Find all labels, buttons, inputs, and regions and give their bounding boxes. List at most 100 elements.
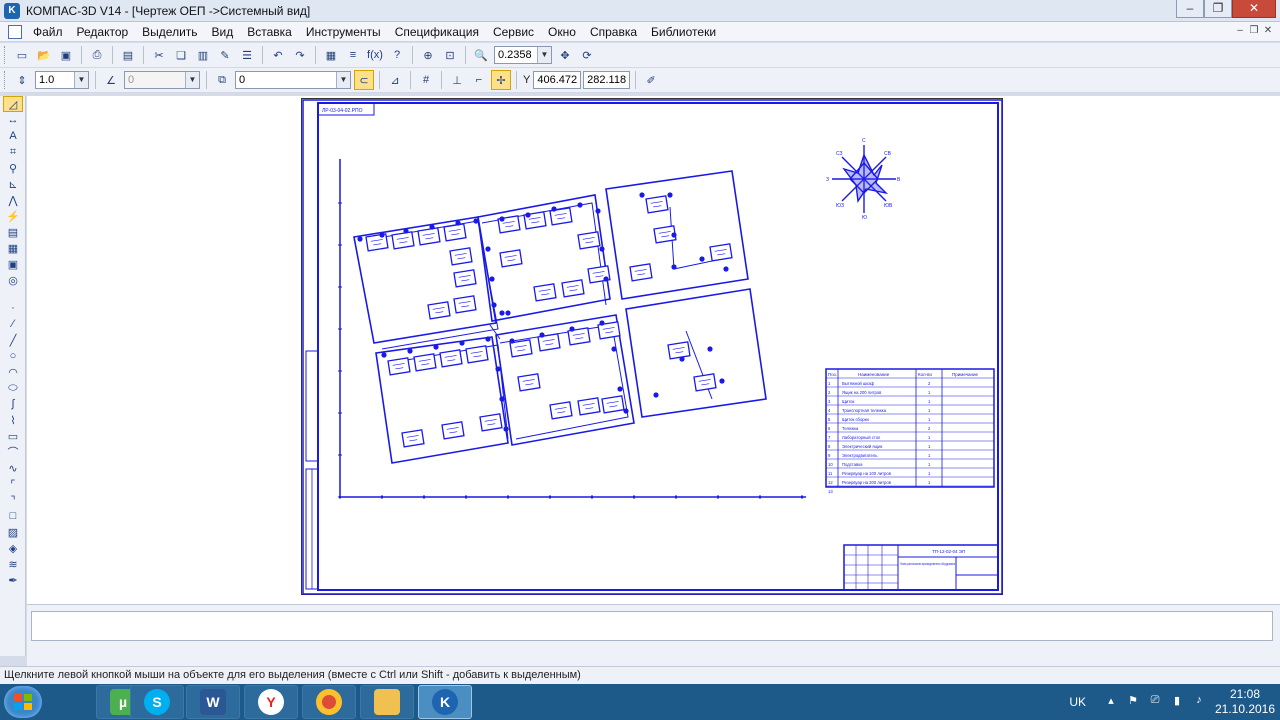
menu-view[interactable]: Вид <box>205 22 241 42</box>
minimize-button[interactable]: – <box>1176 0 1204 18</box>
stamp-icon[interactable]: ✒ <box>3 572 23 588</box>
taskbar-skype[interactable]: S <box>130 685 184 719</box>
reports-icon[interactable]: ▤ <box>3 224 23 240</box>
menu-service[interactable]: Сервис <box>486 22 541 42</box>
format-painter-icon[interactable]: ✎ <box>215 45 235 65</box>
start-button[interactable] <box>4 686 42 718</box>
equidistant-icon[interactable]: ≋ <box>3 556 23 572</box>
taskbar-word[interactable]: W <box>186 685 240 719</box>
chevron-down-icon[interactable]: ▼ <box>537 47 551 63</box>
command-field[interactable] <box>31 611 1273 641</box>
network-icon[interactable]: ▮ <box>1169 694 1185 710</box>
zoom-in-icon[interactable]: 🔍 <box>471 45 491 65</box>
view-icon[interactable]: ▣ <box>3 256 23 272</box>
toolbar-grip-2[interactable] <box>4 71 8 89</box>
coord-y-field[interactable]: 282.118 <box>583 71 631 89</box>
geometry-icon[interactable]: ◿ <box>3 96 23 112</box>
device-icon[interactable]: ⎚ <box>1147 694 1163 710</box>
document-icon[interactable] <box>8 24 22 39</box>
round-icon[interactable]: ⌐ <box>469 70 489 90</box>
param-icon[interactable]: ⚲ <box>3 160 23 176</box>
restore-button[interactable]: ❐ <box>1204 0 1232 18</box>
aux-line-icon[interactable]: ⁄ <box>3 316 23 332</box>
segment-icon[interactable]: ╱ <box>3 332 23 348</box>
insert-icon[interactable]: ▦ <box>3 240 23 256</box>
ellipse-icon[interactable]: ⬭ <box>3 380 23 396</box>
spline-icon[interactable]: ∫ <box>3 396 23 412</box>
menu-libraries[interactable]: Библиотеки <box>644 22 723 42</box>
select-icon[interactable]: ⋀ <box>3 192 23 208</box>
taskbar-chrome[interactable] <box>302 685 356 719</box>
chevron-down-icon[interactable]: ▼ <box>336 72 350 88</box>
taskbar-yandex[interactable]: Y <box>244 685 298 719</box>
cursor-snap-icon[interactable]: ✢ <box>491 70 511 90</box>
language-indicator[interactable]: UK <box>1069 695 1086 709</box>
menu-insert[interactable]: Вставка <box>240 22 299 42</box>
variables-icon[interactable]: ≡ <box>343 45 363 65</box>
save-icon[interactable]: ▣ <box>56 45 76 65</box>
zoom-fit-icon[interactable]: ⊡ <box>440 45 460 65</box>
manager-icon[interactable]: ▦ <box>321 45 341 65</box>
doc-minimize-button[interactable]: – <box>1234 25 1246 36</box>
drawing-sheet[interactable]: ЛР-03-04-02.РПО С СВ В ЮВ Ю ЮЗ З СЗ Поз.… <box>301 98 1003 595</box>
menu-select[interactable]: Выделить <box>135 22 204 42</box>
fill-icon[interactable]: ◈ <box>3 540 23 556</box>
doc-restore-button[interactable]: ❐ <box>1248 25 1260 36</box>
print-preview-icon[interactable]: ▤ <box>118 45 138 65</box>
chevron-down-icon[interactable]: ▼ <box>74 72 88 88</box>
chevron-down-icon[interactable]: ▼ <box>185 72 199 88</box>
print-icon[interactable]: ⎙ <box>87 45 107 65</box>
menu-window[interactable]: Окно <box>541 22 583 42</box>
arc-icon[interactable]: ◠ <box>3 364 23 380</box>
show-hidden-icon[interactable]: ▴ <box>1103 694 1119 710</box>
hatch-icon[interactable]: ▨ <box>3 524 23 540</box>
notation-icon[interactable]: A <box>3 128 23 144</box>
menu-tools[interactable]: Инструменты <box>299 22 388 42</box>
close-button[interactable]: ✕ <box>1232 0 1276 18</box>
pan-icon[interactable]: ✥ <box>555 45 575 65</box>
doc-close-button[interactable]: ✕ <box>1262 25 1274 36</box>
toolbar-grip[interactable] <box>4 46 8 64</box>
paste-icon[interactable]: ▥ <box>193 45 213 65</box>
taskbar-explorer[interactable] <box>360 685 414 719</box>
zoom-combo[interactable]: 0.2358 ▼ <box>494 46 552 64</box>
bezier-icon[interactable]: ∿ <box>3 460 23 476</box>
menu-specification[interactable]: Спецификация <box>388 22 486 42</box>
menu-edit[interactable]: Редактор <box>70 22 136 42</box>
clock[interactable]: 21:08 21.10.2016 <box>1210 687 1280 717</box>
new-file-icon[interactable]: ▭ <box>12 45 32 65</box>
flag-icon[interactable]: ⚑ <box>1125 694 1141 710</box>
contour-icon[interactable]: ⌒ <box>3 444 23 460</box>
fillet-icon[interactable]: ⌝ <box>3 492 23 508</box>
spec-icon[interactable]: ⚡ <box>3 208 23 224</box>
function-icon[interactable]: f(x) <box>365 45 385 65</box>
cut-icon[interactable]: ✂ <box>149 45 169 65</box>
angle-combo[interactable]: 0 ▼ <box>124 71 200 89</box>
taskbar-kompas[interactable]: K <box>418 685 472 719</box>
chamfer-icon[interactable]: ⌜ <box>3 476 23 492</box>
layers-icon[interactable]: ◎ <box>3 272 23 288</box>
editing-icon[interactable]: ⌗ <box>3 144 23 160</box>
drawing-canvas[interactable]: ЛР-03-04-02.РПО С СВ В ЮВ Ю ЮЗ З СЗ Поз.… <box>27 96 1280 604</box>
redo-icon[interactable]: ↷ <box>290 45 310 65</box>
rect-icon[interactable]: ▭ <box>3 428 23 444</box>
polyline-icon[interactable]: ⌇ <box>3 412 23 428</box>
copy-icon[interactable]: ❏ <box>171 45 191 65</box>
dimensions-icon[interactable]: ↔ <box>3 112 23 128</box>
local-cs-icon[interactable]: ⊥ <box>447 70 467 90</box>
snap-magnet-icon[interactable]: ⊂ <box>354 70 374 90</box>
refresh-icon[interactable]: ⟳ <box>577 45 597 65</box>
open-folder-icon[interactable]: 📂 <box>34 45 54 65</box>
measure-icon[interactable]: ⊾ <box>3 176 23 192</box>
layer-combo[interactable]: 0 ▼ <box>235 71 351 89</box>
coord-x-field[interactable]: 406.472 <box>533 71 582 89</box>
rectangle-icon[interactable]: □ <box>3 508 23 524</box>
ortho-icon[interactable]: ⊿ <box>385 70 405 90</box>
step-combo[interactable]: 1.0 ▼ <box>35 71 89 89</box>
zoom-window-icon[interactable]: ⊕ <box>418 45 438 65</box>
menu-help[interactable]: Справка <box>583 22 644 42</box>
volume-icon[interactable]: ♪ <box>1191 694 1207 710</box>
brush-icon[interactable]: ✐ <box>641 70 661 90</box>
grid-icon[interactable]: # <box>416 70 436 90</box>
help-pointer-icon[interactable]: ? <box>387 45 407 65</box>
